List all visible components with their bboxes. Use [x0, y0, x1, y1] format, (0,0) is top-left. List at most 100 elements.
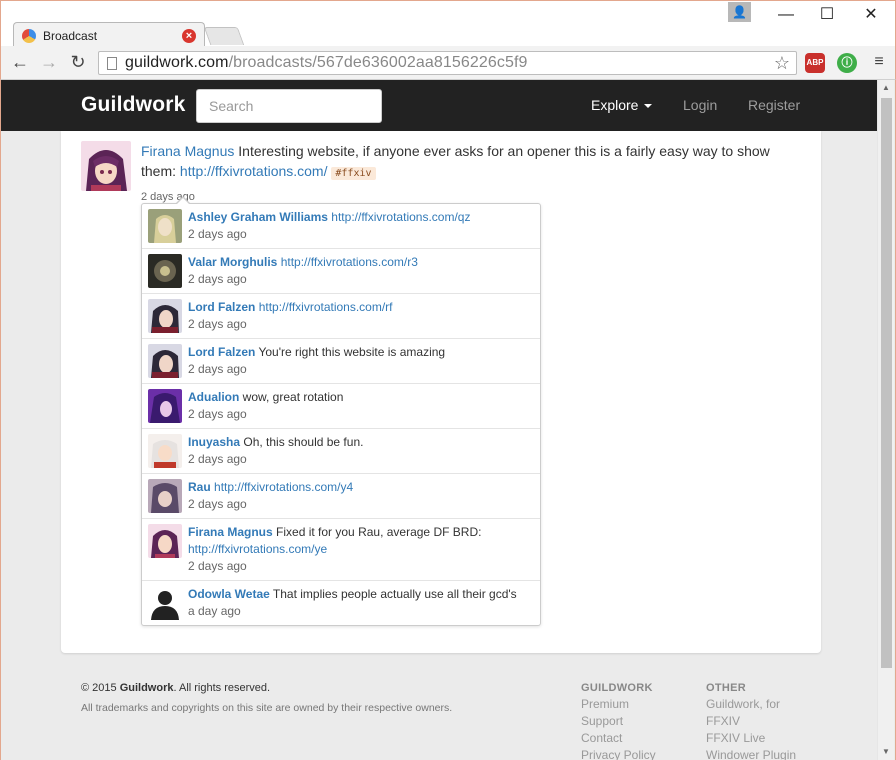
reply-author[interactable]: Rau	[188, 480, 211, 494]
reply-list: Ashley Graham Williams http://ffxivrotat…	[141, 196, 541, 626]
footer-column-guildwork: GUILDWORK Premium Support Contact Privac…	[581, 682, 656, 760]
reply-time: 2 days ago	[188, 362, 247, 376]
reload-icon[interactable]: ↻	[67, 51, 89, 73]
reply-author[interactable]: Inuyasha	[188, 435, 240, 449]
reply-text: You're right this website is amazing	[258, 345, 446, 359]
login-link[interactable]: Login	[683, 97, 717, 113]
avatar[interactable]	[148, 389, 182, 423]
reply-author[interactable]: Ashley Graham Williams	[188, 210, 328, 224]
reply-item: Lord Falzen You're right this website is…	[142, 339, 540, 384]
minimize-icon[interactable]: —	[771, 5, 801, 27]
address-bar[interactable]: guildwork.com/broadcasts/567de636002aa81…	[98, 51, 797, 75]
reply-time: 2 days ago	[188, 559, 247, 573]
url-text: guildwork.com/broadcasts/567de636002aa81…	[125, 54, 772, 72]
broadcast-card: Firana Magnus Interesting website, if an…	[61, 131, 821, 653]
post-link[interactable]: http://ffxivrotations.com/	[180, 163, 328, 179]
reply-link[interactable]: http://ffxivrotations.com/rf	[259, 300, 393, 314]
close-tab-icon[interactable]: ×	[182, 29, 196, 43]
register-link[interactable]: Register	[748, 97, 800, 113]
favicon-icon	[22, 29, 36, 43]
reply-author[interactable]: Odowla Wetae	[188, 587, 270, 601]
reply-author[interactable]: Lord Falzen	[188, 300, 255, 314]
reply-item: Valar Morghulis http://ffxivrotations.co…	[142, 249, 540, 294]
reply-text: Oh, this should be fun.	[243, 435, 364, 449]
new-tab-button[interactable]	[203, 27, 245, 45]
footer-link-contact[interactable]: Contact	[581, 730, 656, 747]
chrome-menu-icon[interactable]: ≡	[871, 53, 887, 71]
footer-link-ffxiv[interactable]: FFXIV	[706, 713, 796, 730]
caret-down-icon	[644, 104, 653, 109]
reply-text: wow, great rotation	[242, 390, 344, 404]
url-host: guildwork.com	[125, 54, 229, 71]
avatar[interactable]	[148, 299, 182, 333]
footer-link-ffxiv-live[interactable]: FFXIV Live	[706, 730, 796, 747]
footer-link-windower[interactable]: Windower Plugin	[706, 747, 796, 760]
adblock-icon[interactable]: ABP	[805, 53, 825, 73]
reply-item: Odowla Wetae That implies people actuall…	[142, 581, 540, 625]
back-arrow-icon[interactable]: ←	[9, 51, 31, 73]
scrollbar-thumb[interactable]	[881, 98, 892, 668]
avatar[interactable]	[148, 254, 182, 288]
footer-link-guildwork-for[interactable]: Guildwork, for	[706, 696, 796, 713]
default-avatar-icon[interactable]	[148, 586, 182, 620]
post-author[interactable]: Firana Magnus	[141, 143, 234, 159]
scroll-up-icon[interactable]: ▲	[878, 80, 894, 96]
browser-titlebar: Broadcast × 👤 — ☐ ✕	[0, 0, 896, 47]
tab-title: Broadcast	[43, 29, 98, 43]
reply-text: That implies people actually use all the…	[272, 587, 517, 601]
search-input[interactable]	[196, 89, 382, 123]
reply-link[interactable]: http://ffxivrotations.com/y4	[214, 480, 353, 494]
reply-item: Lord Falzen http://ffxivrotations.com/rf…	[142, 294, 540, 339]
reply-item: Rau http://ffxivrotations.com/y4 2 days …	[142, 474, 540, 519]
reply-time: 2 days ago	[188, 317, 247, 331]
reply-link[interactable]: http://ffxivrotations.com/ye	[188, 542, 327, 556]
reply-item: Firana Magnus Fixed it for you Rau, aver…	[142, 519, 540, 581]
avatar[interactable]	[148, 434, 182, 468]
reply-item: Adualion wow, great rotation 2 days ago	[142, 384, 540, 429]
reply-link[interactable]: http://ffxivrotations.com/r3	[281, 255, 418, 269]
copyright-suffix: . All rights reserved.	[173, 682, 271, 694]
extension-icon[interactable]: ⓘ	[837, 53, 857, 73]
explore-dropdown[interactable]: Explore	[591, 97, 653, 113]
reply-time: 2 days ago	[188, 272, 247, 286]
footer-link-premium[interactable]: Premium	[581, 696, 656, 713]
maximize-icon[interactable]: ☐	[812, 5, 842, 27]
bookmark-star-icon[interactable]: ☆	[772, 53, 792, 74]
avatar[interactable]	[148, 479, 182, 513]
avatar[interactable]	[148, 344, 182, 378]
reply-item: Inuyasha Oh, this should be fun. 2 days …	[142, 429, 540, 474]
reply-author[interactable]: Valar Morghulis	[188, 255, 277, 269]
reply-item: Ashley Graham Williams http://ffxivrotat…	[142, 204, 540, 249]
site-navbar: Guildwork Explore Login Register	[1, 80, 879, 131]
reply-author[interactable]: Lord Falzen	[188, 345, 255, 359]
reply-link[interactable]: http://ffxivrotations.com/qz	[331, 210, 470, 224]
brand-logo[interactable]: Guildwork	[81, 93, 185, 117]
hashtag-badge[interactable]: #ffxiv	[331, 167, 376, 180]
avatar[interactable]	[81, 141, 131, 191]
copyright-brand: Guildwork	[119, 682, 174, 694]
trademark-text: All trademarks and copyrights on this si…	[81, 702, 453, 714]
explore-label: Explore	[591, 97, 639, 113]
avatar[interactable]	[148, 209, 182, 243]
reply-time: 2 days ago	[188, 452, 247, 466]
forward-arrow-icon[interactable]: →	[38, 51, 60, 73]
avatar[interactable]	[148, 524, 182, 558]
footer-link-privacy[interactable]: Privacy Policy	[581, 747, 656, 760]
post-body: Firana Magnus Interesting website, if an…	[141, 141, 801, 184]
copyright-text: © 2015 Guildwork. All rights reserved.	[81, 682, 270, 694]
page-icon	[107, 56, 117, 70]
user-profile-icon[interactable]: 👤	[728, 2, 751, 22]
reply-author[interactable]: Firana Magnus	[188, 525, 273, 539]
footer-link-support[interactable]: Support	[581, 713, 656, 730]
reply-time: 2 days ago	[188, 227, 247, 241]
close-window-icon[interactable]: ✕	[856, 5, 886, 27]
reply-author[interactable]: Adualion	[188, 390, 239, 404]
scroll-down-icon[interactable]: ▼	[878, 744, 894, 760]
url-path: /broadcasts/567de636002aa8156226c5f9	[228, 54, 528, 71]
footer-heading: GUILDWORK	[581, 682, 653, 694]
reply-time: 2 days ago	[188, 407, 247, 421]
browser-toolbar: ← → ↻ guildwork.com/broadcasts/567de6360…	[0, 46, 896, 80]
copyright-prefix: © 2015	[81, 682, 120, 694]
browser-tab[interactable]: Broadcast ×	[13, 22, 205, 47]
vertical-scrollbar[interactable]: ▲ ▼	[877, 80, 894, 760]
